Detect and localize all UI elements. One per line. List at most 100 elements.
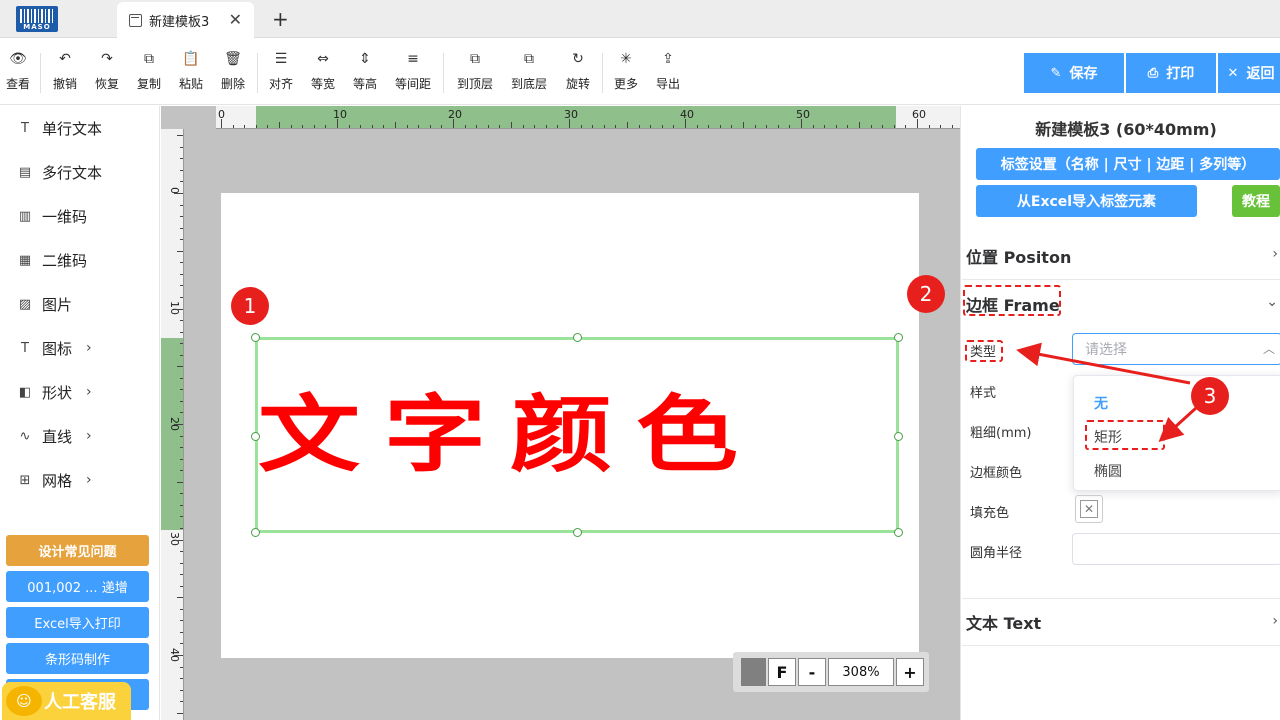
- trash-icon: 🗑: [224, 51, 242, 67]
- export-button[interactable]: ⇪ 导出: [654, 49, 682, 95]
- view-button[interactable]: 👁 查看: [4, 49, 32, 95]
- ruler-tick: [180, 204, 183, 206]
- ruler-tick: [893, 125, 895, 128]
- barcode-make-button[interactable]: 条形码制作: [6, 643, 149, 674]
- save-button[interactable]: ✎ 保存: [1024, 53, 1124, 93]
- ruler-tick: [801, 119, 802, 128]
- resize-handle[interactable]: [251, 333, 260, 342]
- ruler-tick: [174, 193, 183, 194]
- edit-icon: ✎: [1050, 65, 1062, 81]
- ruler-tick: [180, 158, 183, 160]
- tutorial-button[interactable]: 教程: [1232, 185, 1280, 217]
- resize-handle[interactable]: [573, 333, 582, 342]
- corner-radius-input[interactable]: [1072, 533, 1280, 565]
- option-none[interactable]: 无: [1094, 393, 1108, 413]
- annotation-marker: 2: [907, 275, 945, 313]
- excel-import-print-button[interactable]: Excel导入打印: [6, 607, 149, 638]
- annotation-highlight: [965, 340, 1003, 362]
- ruler-tick: [580, 125, 582, 128]
- paste-button[interactable]: 📋 粘贴: [177, 49, 205, 95]
- delete-button[interactable]: 🗑 删除: [219, 49, 247, 95]
- fill-color-picker[interactable]: ✕: [1075, 495, 1103, 523]
- import-excel-elements-button[interactable]: 从Excel导入标签元素: [976, 185, 1197, 217]
- send-to-back-button[interactable]: ⧉ 到底层: [508, 49, 550, 95]
- selection-box[interactable]: [255, 337, 899, 533]
- sidebar-item-qrcode[interactable]: ▦ 二维码: [16, 248, 87, 272]
- line-icon: ∿: [19, 428, 31, 444]
- bring-to-front-button[interactable]: ⧉ 到顶层: [454, 49, 496, 95]
- icon-text-icon: T: [21, 340, 29, 356]
- sidebar-item-line[interactable]: ∿ 直线 ›: [16, 424, 92, 448]
- ruler-tick: [174, 424, 183, 425]
- ruler-tick: [255, 125, 257, 128]
- ruler-tick: [180, 343, 183, 345]
- ruler-tick: [180, 585, 183, 587]
- more-button[interactable]: ✳ 更多: [612, 49, 640, 95]
- section-text[interactable]: 文本 Text ›: [962, 598, 1280, 646]
- ruler-tick: [696, 125, 698, 128]
- customer-service-button[interactable]: ☺ 人工客服: [2, 682, 131, 720]
- sidebar-item-icon[interactable]: T 图标 ›: [16, 336, 92, 360]
- align-button[interactable]: ☰ 对齐: [267, 49, 295, 95]
- annotation-marker: 1: [231, 287, 269, 325]
- ruler-tick: [180, 470, 183, 472]
- printer-icon: ⎙: [1147, 65, 1159, 81]
- eye-icon: 👁: [9, 51, 27, 67]
- back-button[interactable]: ✕ 返回: [1218, 53, 1280, 93]
- ruler-tick: [708, 125, 710, 128]
- sidebar-item-barcode[interactable]: ▥ 一维码: [16, 204, 87, 228]
- bring-front-icon: ⧉: [470, 51, 480, 67]
- ruler-tick: [928, 125, 930, 128]
- sidebar-item-single-line-text[interactable]: T 单行文本: [16, 116, 102, 140]
- equal-spacing-button[interactable]: ≡ 等间距: [392, 49, 434, 95]
- toolbar-divider: [443, 53, 444, 93]
- resize-handle[interactable]: [251, 432, 260, 441]
- zoom-in-button[interactable]: +: [896, 658, 924, 686]
- equal-height-icon: ⇕: [359, 51, 371, 67]
- print-button[interactable]: ⎙ 打印: [1126, 53, 1216, 93]
- copy-button[interactable]: ⧉ 复制: [135, 49, 163, 95]
- section-position[interactable]: 位置 Positon ›: [962, 232, 1280, 280]
- label-settings-button[interactable]: 标签设置（名称 | 尺寸 | 边距 | 多列等）: [976, 148, 1280, 180]
- resize-handle[interactable]: [894, 333, 903, 342]
- tab-template[interactable]: 新建模板3 ✕: [117, 2, 254, 38]
- resize-handle[interactable]: [251, 528, 260, 537]
- sidebar-item-shape[interactable]: ◧ 形状 ›: [16, 380, 92, 404]
- frame-type-select[interactable]: 请选择 ︿: [1072, 333, 1280, 365]
- option-ellipse[interactable]: 椭圆: [1094, 461, 1122, 481]
- ruler-tick: [177, 712, 183, 714]
- sidebar-item-multi-line-text[interactable]: ▤ 多行文本: [16, 160, 102, 184]
- toolbar-divider: [257, 53, 258, 93]
- ruler-tick: [545, 125, 547, 128]
- ruler-tick: [395, 122, 396, 128]
- increment-button[interactable]: 001,002 ... 递增: [6, 571, 149, 602]
- rotate-icon: ↻: [572, 51, 584, 67]
- zoom-out-button[interactable]: -: [798, 658, 826, 686]
- new-tab-button[interactable]: +: [272, 7, 289, 31]
- equal-width-button[interactable]: ⇔ 等宽: [309, 49, 337, 95]
- close-tab-icon[interactable]: ✕: [229, 10, 242, 29]
- ruler-tick: [464, 125, 466, 128]
- ruler-tick: [180, 216, 183, 218]
- zoom-fit-button[interactable]: F: [768, 658, 796, 686]
- resize-handle[interactable]: [573, 528, 582, 537]
- ruler-tick: [940, 125, 942, 128]
- ruler-tick: [180, 493, 183, 495]
- rotate-button[interactable]: ↻ 旋转: [564, 49, 592, 95]
- undo-button[interactable]: ↶ 撤销: [51, 49, 79, 95]
- sidebar-item-grid[interactable]: ⊞ 网格 ›: [16, 468, 92, 492]
- ruler-tick: [685, 119, 686, 128]
- background-color-swatch[interactable]: [741, 658, 766, 686]
- ruler-tick: [279, 122, 280, 128]
- resize-handle[interactable]: [894, 432, 903, 441]
- equal-height-button[interactable]: ⇕ 等高: [351, 49, 379, 95]
- maso-logo: MASO: [16, 6, 58, 32]
- ruler-tick: [627, 122, 628, 128]
- copy-icon: ⧉: [144, 51, 154, 67]
- barcode-logo-icon: [20, 9, 54, 23]
- resize-handle[interactable]: [894, 528, 903, 537]
- sidebar-item-image[interactable]: ▨ 图片: [16, 292, 72, 316]
- design-faq-button[interactable]: 设计常见问题: [6, 535, 149, 566]
- redo-button[interactable]: ↷ 恢复: [93, 49, 121, 95]
- ruler-tick: [177, 135, 183, 137]
